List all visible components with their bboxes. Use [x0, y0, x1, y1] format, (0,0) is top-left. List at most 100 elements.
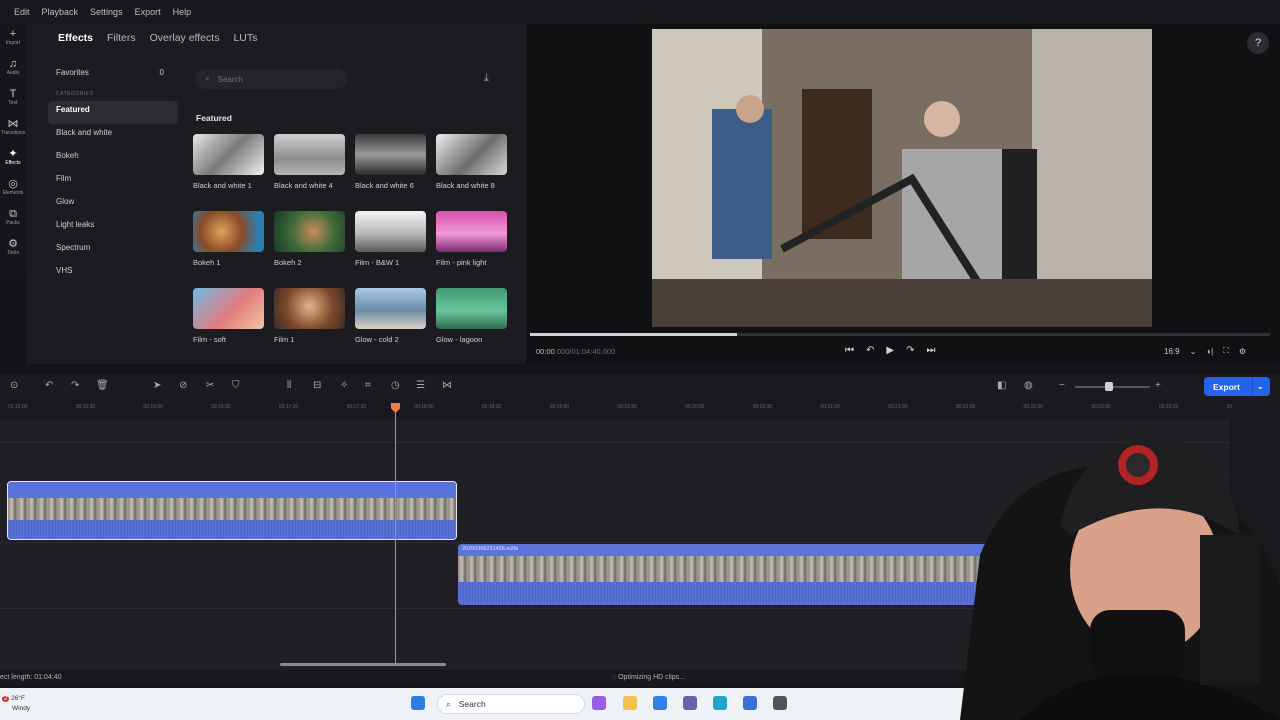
select-icon[interactable]: ➤ — [153, 380, 161, 391]
favorites-label: Favorites — [56, 68, 89, 77]
teams-icon[interactable] — [683, 696, 697, 710]
transition-icon[interactable]: ⋈ — [442, 380, 452, 391]
trim-icon[interactable]: ⊟ — [313, 380, 321, 391]
preview-scrubber[interactable] — [530, 333, 1270, 336]
skip-forward-icon[interactable]: ⏭ — [926, 345, 935, 356]
windows-start-icon[interactable] — [411, 696, 425, 710]
menu-item-help[interactable]: Help — [167, 7, 198, 17]
volume-icon[interactable]: ◖| — [1206, 347, 1213, 356]
effects-search-input[interactable]: ⌕ Search — [195, 69, 347, 89]
weather-widget[interactable]: 2 26°F Windy — [2, 694, 30, 713]
effects-tabs: Effects Filters Overlay effects LUTs — [58, 32, 257, 44]
export-button[interactable]: Export ⌄ — [1204, 377, 1270, 396]
rail-item-packs[interactable]: ⧉ Packs — [0, 208, 26, 234]
optimizing-status-text: Optimizing HD clips... — [618, 674, 686, 681]
tab-luts[interactable]: LUTs — [233, 32, 257, 44]
snap-icon[interactable]: ⊙ — [10, 380, 18, 391]
rail-item-text[interactable]: T Text — [0, 88, 26, 114]
effect-thumbnail — [355, 211, 426, 252]
crop-icon[interactable]: ⌗ — [365, 380, 371, 391]
skip-back-icon[interactable]: ⏮ — [845, 345, 854, 356]
menu-item-playback[interactable]: Playback — [36, 7, 85, 17]
category-bokeh[interactable]: Bokeh — [48, 147, 178, 170]
cut-icon[interactable]: ✂ — [206, 380, 214, 391]
rail-item-tools[interactable]: ⚙ Tools — [0, 238, 26, 264]
magic-icon[interactable]: ✧ — [340, 380, 348, 391]
aspect-ratio-select[interactable]: 16:9 — [1164, 347, 1180, 356]
rail-item-effects[interactable]: ✦ Effects — [0, 148, 26, 174]
speed-icon[interactable]: ◷ — [391, 380, 400, 391]
effect-tile[interactable]: Glow - lagoon — [436, 288, 508, 357]
zoom-in-icon[interactable]: + — [1155, 380, 1161, 391]
timeline-horizontal-scrollbar[interactable] — [280, 663, 446, 666]
menu-item-export[interactable]: Export — [129, 7, 167, 17]
store-icon[interactable] — [743, 696, 757, 710]
menu-item-settings[interactable]: Settings — [84, 7, 129, 17]
effect-tile[interactable]: Black and white 6 — [355, 134, 427, 203]
download-icon[interactable]: ⤓ — [484, 72, 489, 85]
chevron-down-icon[interactable]: ⌄ — [1190, 347, 1197, 356]
effect-thumbnail — [193, 134, 264, 175]
copilot-icon[interactable] — [592, 696, 606, 710]
shield-icon[interactable]: ⛉ — [232, 380, 240, 391]
category-vhs[interactable]: VHS — [48, 262, 178, 285]
category-glow[interactable]: Glow — [48, 193, 178, 216]
undo-icon[interactable]: ↶ — [45, 380, 53, 391]
adjust-icon[interactable]: ☰ — [416, 380, 425, 391]
forward-icon[interactable]: ↷ — [906, 345, 914, 356]
timeline-ruler[interactable]: 01:15:00 00:15:30 00:16:00 00:16:30 00:17:00… — [0, 400, 1280, 420]
file-explorer-icon[interactable] — [623, 696, 637, 710]
settings-gear-icon[interactable]: ⚙ — [1239, 347, 1246, 356]
mail-icon[interactable] — [653, 696, 667, 710]
taskbar-search-label: Search — [458, 699, 486, 709]
category-black-and-white[interactable]: Black and white — [48, 124, 178, 147]
effect-tile[interactable]: Black and white 4 — [274, 134, 346, 203]
rail-item-import[interactable]: + Import — [0, 28, 26, 54]
taskbar-search[interactable]: ⌕ Search — [437, 694, 585, 714]
ruler-tick-label: 01:15:00 — [8, 404, 28, 410]
delete-icon[interactable]: 🗑 — [96, 380, 109, 391]
category-featured[interactable]: Featured — [48, 101, 178, 124]
effect-tile[interactable]: Black and white 8 — [436, 134, 508, 203]
favorites-item[interactable]: Favorites 0 — [48, 68, 164, 77]
effect-thumbnail — [355, 288, 426, 329]
category-light-leaks[interactable]: Light leaks — [48, 216, 178, 239]
category-film[interactable]: Film — [48, 170, 178, 193]
ruler-tick-label: 00:23:30 — [1158, 404, 1179, 410]
effect-tile[interactable]: Bokeh 1 — [193, 211, 265, 280]
rail-item-transitions[interactable]: ⋈ Transitions — [0, 118, 26, 144]
rail-item-elements[interactable]: ◎ Elements — [0, 178, 26, 204]
app-icon[interactable] — [773, 696, 787, 710]
edge-icon[interactable] — [713, 696, 727, 710]
menu-item-edit[interactable]: Edit — [8, 7, 36, 17]
effect-tile[interactable]: Bokeh 2 — [274, 211, 346, 280]
split-icon[interactable]: ⫴ — [287, 380, 291, 391]
play-icon[interactable]: ▶ — [886, 345, 894, 356]
effect-label: Film 1 — [274, 335, 295, 344]
zoom-out-icon[interactable]: − — [1059, 380, 1065, 391]
audio-mix-icon[interactable]: ◍ — [1024, 380, 1033, 391]
ripple-icon[interactable]: ⊘ — [179, 380, 187, 391]
magnet-icon[interactable]: ◧ — [997, 380, 1006, 391]
preview-video[interactable] — [652, 29, 1152, 327]
rewind-icon[interactable]: ↶ — [866, 345, 874, 356]
fullscreen-icon[interactable]: ⛶ — [1223, 346, 1229, 356]
effect-tile[interactable]: Film - soft — [193, 288, 265, 357]
effect-thumbnail — [436, 288, 507, 329]
tab-filters[interactable]: Filters — [107, 32, 136, 44]
help-icon[interactable]: ? — [1247, 32, 1269, 54]
effect-tile[interactable]: Film - pink light — [436, 211, 508, 280]
rail-item-audio[interactable]: ♫ Audio — [0, 58, 26, 84]
effect-tile[interactable]: Glow - cold 2 — [355, 288, 427, 357]
tab-overlay-effects[interactable]: Overlay effects — [150, 32, 220, 44]
redo-icon[interactable]: ↷ — [71, 380, 79, 391]
effect-tile[interactable]: Black and white 1 — [193, 134, 265, 203]
export-chevron-icon[interactable]: ⌄ — [1253, 382, 1264, 391]
tab-effects[interactable]: Effects — [58, 32, 93, 44]
video-clip-1[interactable] — [7, 481, 457, 540]
effect-tile[interactable]: Film - B&W 1 — [355, 211, 427, 280]
playhead-line[interactable] — [395, 404, 396, 664]
zoom-slider-handle[interactable] — [1105, 382, 1113, 391]
category-spectrum[interactable]: Spectrum — [48, 239, 178, 262]
effect-tile[interactable]: Film 1 — [274, 288, 346, 357]
